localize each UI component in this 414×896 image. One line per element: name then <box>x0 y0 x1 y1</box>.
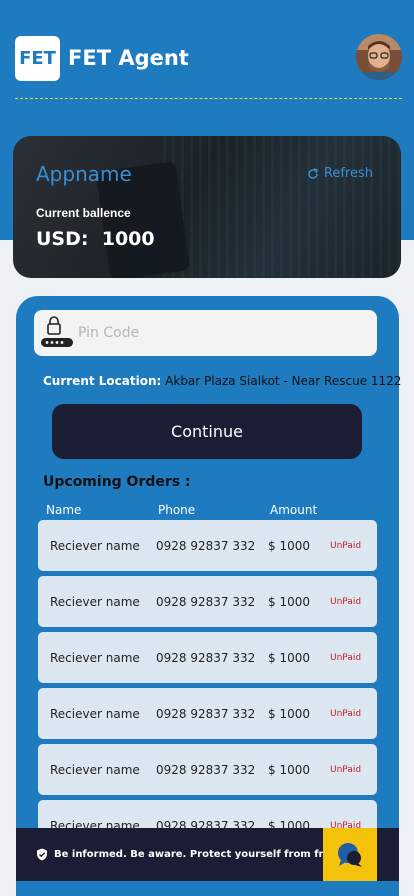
refresh-button[interactable]: Refresh <box>307 166 373 181</box>
location-label: Current Location: <box>43 374 162 388</box>
balance-label: Current ballence <box>36 206 131 220</box>
refresh-icon <box>308 167 318 179</box>
order-panel: Current Location: Akbar Plaza Sialkot - … <box>16 296 401 896</box>
order-receiver-name: Reciever name <box>50 763 140 777</box>
lock-icon <box>34 310 74 356</box>
app-header: FET FET Agent <box>15 33 402 83</box>
logo-text: FET <box>19 47 56 69</box>
shield-icon <box>37 848 47 861</box>
chat-button[interactable] <box>323 828 377 881</box>
order-receiver-name: Reciever name <box>50 595 140 609</box>
order-status: UnPaid <box>330 597 362 607</box>
upcoming-orders-title: Upcoming Orders : <box>43 474 191 490</box>
balance-value: USD: 1000 <box>36 228 155 250</box>
order-amount: $ 1000 <box>268 707 310 721</box>
fraud-warning-banner: Be informed. Be aware. Protect yourself … <box>16 828 399 881</box>
order-status: UnPaid <box>330 765 362 775</box>
card-background-texture <box>163 136 401 278</box>
order-status: UnPaid <box>330 709 362 719</box>
order-phone: 0928 92837 332 <box>156 595 256 609</box>
order-amount: $ 1000 <box>268 539 310 553</box>
order-row[interactable]: Reciever name 0928 92837 332 $ 1000 UnPa… <box>38 632 377 683</box>
order-receiver-name: Reciever name <box>50 539 140 553</box>
location-value: Akbar Plaza Sialkot - Near Rescue 1122 <box>165 374 402 388</box>
column-header-phone: Phone <box>158 503 196 517</box>
refresh-label: Refresh <box>323 166 373 181</box>
order-row[interactable]: Reciever name 0928 92837 332 $ 1000 UnPa… <box>38 744 377 795</box>
order-receiver-name: Reciever name <box>50 651 140 665</box>
order-row[interactable]: Reciever name 0928 92837 332 $ 1000 UnPa… <box>38 520 377 571</box>
app-logo: FET <box>15 35 60 81</box>
order-phone: 0928 92837 332 <box>156 651 256 665</box>
column-header-amount: Amount <box>270 503 318 517</box>
pin-code-input[interactable] <box>78 325 358 341</box>
header-divider <box>15 98 402 99</box>
balance-currency: USD: <box>36 228 89 250</box>
order-phone: 0928 92837 332 <box>156 763 256 777</box>
order-amount: $ 1000 <box>268 763 310 777</box>
chat-icon <box>338 842 362 867</box>
avatar-image <box>356 34 402 80</box>
order-receiver-name: Reciever name <box>50 707 140 721</box>
column-header-name: Name <box>46 503 82 517</box>
order-row[interactable]: Reciever name 0928 92837 332 $ 1000 UnPa… <box>38 688 377 739</box>
continue-button[interactable]: Continue <box>52 404 362 459</box>
order-phone: 0928 92837 332 <box>156 539 256 553</box>
card-appname: Appname <box>36 162 132 186</box>
order-amount: $ 1000 <box>268 595 310 609</box>
order-phone: 0928 92837 332 <box>156 707 256 721</box>
fraud-warning-text: Be informed. Be aware. Protect yourself … <box>54 849 345 860</box>
balance-amount: 1000 <box>101 228 155 250</box>
app-title: FET Agent <box>68 46 189 70</box>
avatar[interactable] <box>356 34 402 80</box>
pin-code-field[interactable] <box>34 310 377 356</box>
order-status: UnPaid <box>330 541 362 551</box>
order-row[interactable]: Reciever name 0928 92837 332 $ 1000 UnPa… <box>38 576 377 627</box>
order-status: UnPaid <box>330 653 362 663</box>
balance-card: Appname Refresh Current ballence USD: 10… <box>13 136 401 278</box>
current-location: Current Location: Akbar Plaza Sialkot - … <box>43 374 401 388</box>
order-amount: $ 1000 <box>268 651 310 665</box>
